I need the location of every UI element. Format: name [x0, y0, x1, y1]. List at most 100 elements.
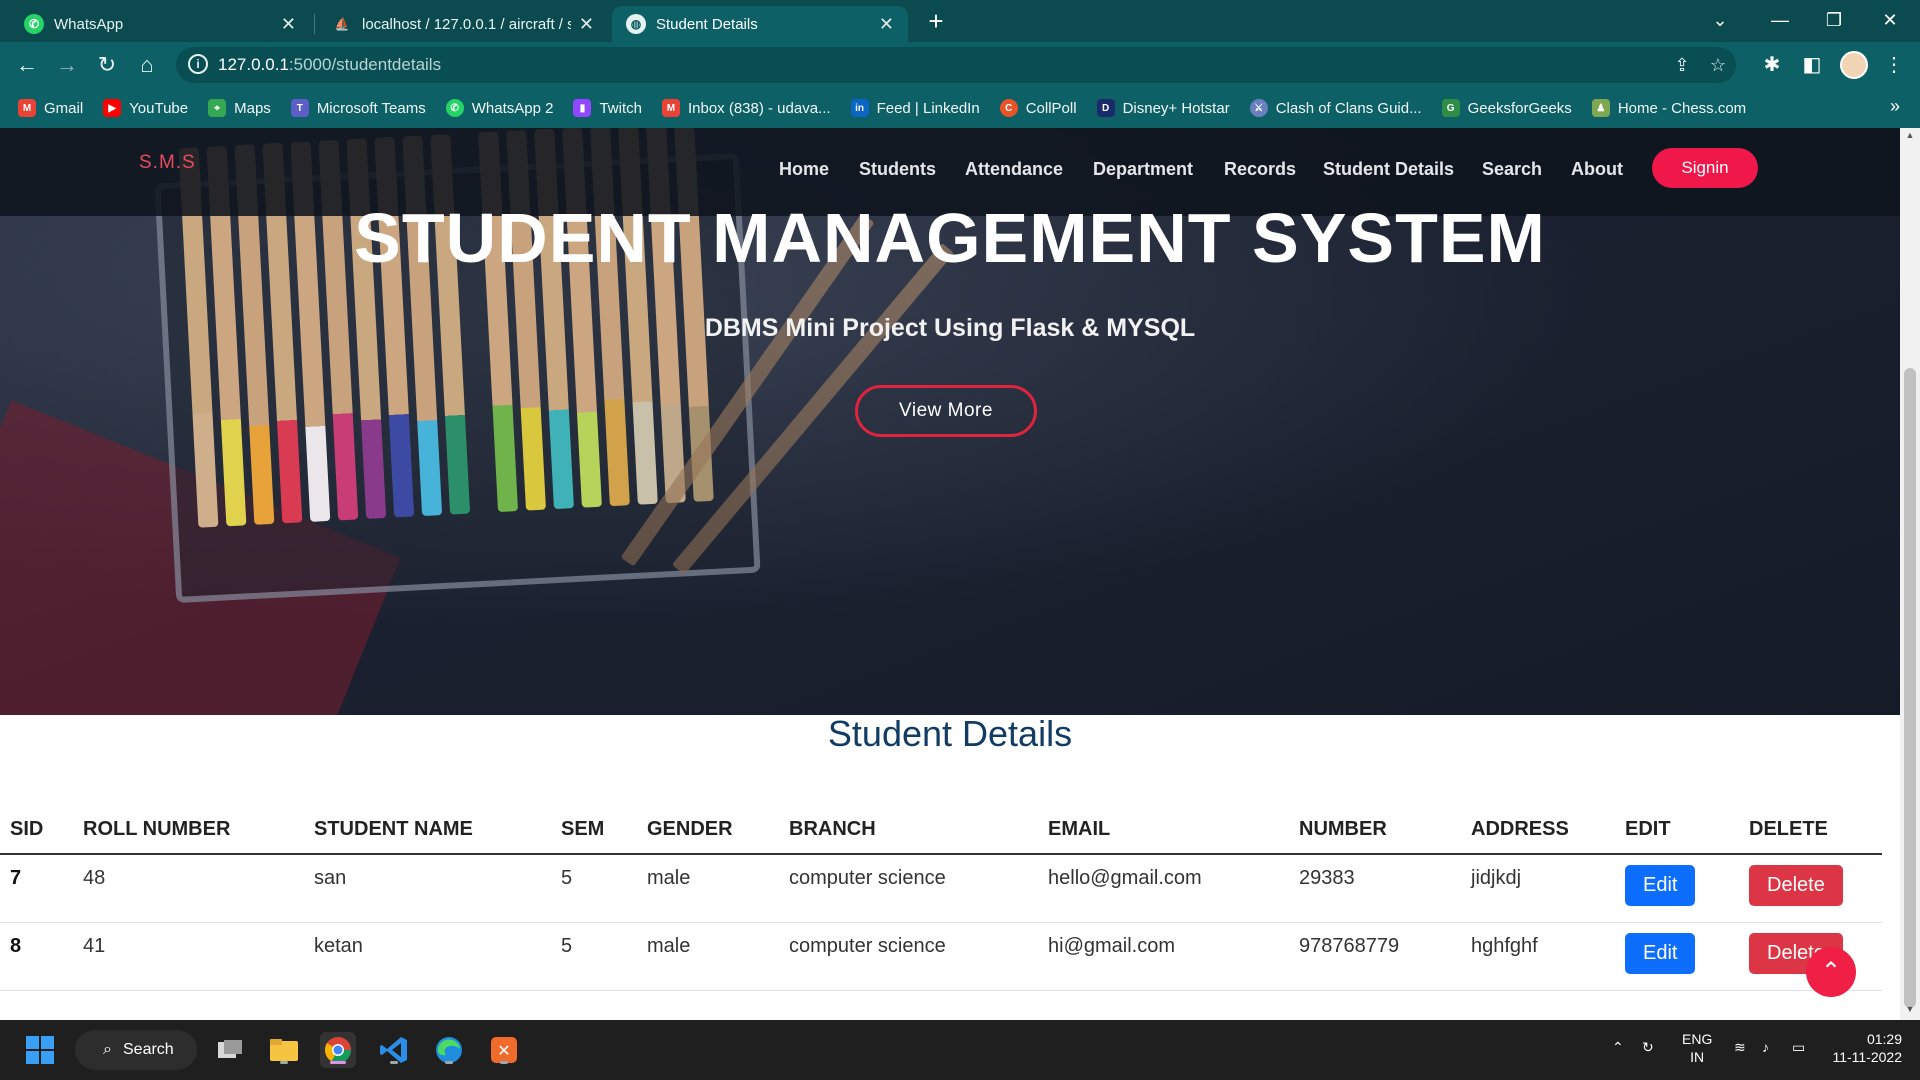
extensions-icon[interactable]: ✱ [1758, 51, 1786, 79]
cell-gender: male [637, 854, 779, 923]
view-more-button[interactable]: View More [855, 385, 1037, 437]
language-indicator[interactable]: ENG IN [1682, 1030, 1712, 1066]
cell-sem: 5 [551, 922, 637, 991]
nav-about[interactable]: About [1571, 159, 1623, 180]
avatar[interactable] [1840, 51, 1868, 79]
edge-icon[interactable] [431, 1032, 467, 1068]
page-title: Student Details [827, 713, 1073, 754]
tab-student-details[interactable]: ◍ Student Details ✕ [612, 6, 908, 42]
hero-title: STUDENT MANAGEMENT SYSTEM [354, 199, 1546, 277]
bookmark-gmail[interactable]: M Gmail [18, 99, 83, 117]
back-arrow-icon[interactable]: ← [12, 50, 42, 80]
maximize-button[interactable]: ❐ [1806, 0, 1862, 40]
column-header-sid: SID [0, 810, 73, 855]
edit-button[interactable]: Edit [1625, 865, 1696, 906]
nav-student-details[interactable]: Student Details [1323, 159, 1454, 180]
close-icon[interactable]: ✕ [879, 14, 894, 35]
site-logo[interactable]: S.M.S [139, 152, 196, 174]
cell-student-name: san [304, 854, 551, 923]
taskbar-search[interactable]: ⌕ Search [75, 1030, 197, 1070]
bookmarks-bar: M Gmail ▶ YouTube ⌖ Maps T Microsoft Teams ✆… [0, 88, 1920, 128]
bookmark-chess[interactable]: ♟ Home - Chess.com [1591, 99, 1746, 117]
tab-phpmyadmin[interactable]: ⛵ localhost / 127.0.0.1 / aircraft / st … [318, 6, 608, 42]
cell-address: hghfghf [1461, 922, 1615, 991]
address-bar[interactable]: i 127.0.0.1:5000/studentdetails ⇪ ☆ [176, 47, 1736, 83]
tab-whatsapp[interactable]: ✆ WhatsApp ✕ [10, 6, 310, 42]
cell-address: jidjkdj [1461, 854, 1615, 923]
cell-sid: 8 [0, 922, 73, 991]
bookmark-collpoll[interactable]: C CollPoll [999, 99, 1077, 117]
bookmark-star-icon[interactable]: ☆ [1706, 53, 1730, 77]
bookmark-twitch[interactable]: ▮ Twitch [573, 99, 642, 117]
close-icon[interactable]: ✕ [579, 14, 594, 35]
nav-students[interactable]: Students [859, 159, 936, 180]
share-icon[interactable]: ⇪ [1670, 53, 1694, 77]
clock[interactable]: 01:29 11-11-2022 [1826, 1030, 1902, 1066]
twitch-icon: ▮ [573, 99, 592, 117]
browser-toolbar: ← → ↻ ⌂ i 127.0.0.1:5000/studentdetails … [0, 42, 1920, 88]
bookmark-youtube[interactable]: ▶ YouTube [103, 99, 188, 117]
menu-kebab-icon[interactable]: ⋮ [1880, 51, 1908, 79]
column-header-edit: EDIT [1615, 810, 1739, 855]
bookmark-whatsapp-2[interactable]: ✆ WhatsApp 2 [445, 99, 553, 117]
show-hidden-icons-chevron-icon[interactable]: ⌃ [1612, 1038, 1624, 1056]
sync-icon[interactable]: ↻ [1642, 1038, 1654, 1056]
side-panel-icon[interactable]: ◧ [1798, 51, 1826, 79]
scroll-down-arrow-icon[interactable]: ▼ [1904, 1004, 1916, 1018]
site-info-icon[interactable]: i [188, 54, 208, 74]
cell-number: 978768779 [1289, 922, 1461, 991]
column-header-gender: GENDER [637, 810, 779, 855]
cell-sem: 5 [551, 854, 637, 923]
column-header-email: EMAIL [1038, 810, 1289, 855]
new-tab-button[interactable]: + [920, 6, 952, 38]
maps-icon: ⌖ [208, 99, 227, 117]
xampp-icon[interactable]: ✕ [486, 1032, 522, 1068]
back-to-top-button[interactable]: ⌃ [1806, 947, 1856, 997]
close-icon[interactable]: ✕ [281, 14, 296, 35]
minimize-button[interactable]: — [1752, 0, 1808, 40]
nav-department[interactable]: Department [1093, 159, 1193, 180]
clash-icon: ⚔ [1249, 99, 1268, 117]
edit-button[interactable]: Edit [1625, 932, 1696, 974]
forward-arrow-icon[interactable]: → [52, 50, 82, 80]
reload-icon[interactable]: ↻ [92, 50, 122, 80]
page-scrollbar[interactable]: ▲ ▼ [1900, 128, 1920, 1020]
chrome-icon[interactable] [320, 1032, 356, 1068]
bookmark-teams[interactable]: T Microsoft Teams [290, 99, 426, 117]
nav-search[interactable]: Search [1482, 159, 1542, 180]
bookmark-maps[interactable]: ⌖ Maps [208, 99, 271, 117]
delete-button[interactable]: Delete [1749, 865, 1843, 906]
battery-icon[interactable]: ▭ [1792, 1038, 1805, 1056]
nav-home[interactable]: Home [779, 159, 829, 180]
bookmark-clash[interactable]: ⚔ Clash of Clans Guid... [1249, 99, 1422, 117]
tab-title: localhost / 127.0.0.1 / aircraft / st [362, 15, 571, 33]
nav-records[interactable]: Records [1224, 159, 1296, 180]
bookmark-hotstar[interactable]: D Disney+ Hotstar [1096, 99, 1230, 117]
cell-gender: male [637, 922, 779, 991]
search-icon: ⌕ [103, 1041, 112, 1058]
bookmark-inbox[interactable]: M Inbox (838) - udava... [661, 99, 831, 117]
volume-icon[interactable]: ♪ [1762, 1038, 1769, 1056]
vscode-icon[interactable] [376, 1032, 412, 1068]
task-view-icon[interactable] [212, 1032, 248, 1068]
windows-start-icon[interactable] [22, 1032, 58, 1068]
home-icon[interactable]: ⌂ [132, 50, 162, 80]
table-row: 8 41 ketan 5 male computer science hi@gm… [0, 922, 1882, 991]
youtube-icon: ▶ [103, 99, 122, 117]
column-header-number: NUMBER [1289, 810, 1461, 855]
tab-search-icon[interactable]: ⌄ [1692, 0, 1748, 40]
close-window-button[interactable]: ✕ [1862, 0, 1918, 40]
bookmark-linkedin[interactable]: in Feed | LinkedIn [850, 99, 980, 117]
wifi-icon[interactable]: ≋ [1734, 1038, 1746, 1056]
nav-attendance[interactable]: Attendance [965, 159, 1063, 180]
scroll-up-arrow-icon[interactable]: ▲ [1904, 130, 1916, 144]
collpoll-icon: C [999, 99, 1018, 117]
file-explorer-icon[interactable] [266, 1032, 302, 1068]
bookmarks-overflow-icon[interactable]: » [1890, 96, 1900, 117]
bookmark-geeksforgeeks[interactable]: G GeeksforGeeks [1441, 99, 1572, 117]
cell-delete: Delete [1739, 854, 1882, 923]
column-header-branch: BRANCH [779, 810, 1038, 855]
url-text[interactable]: 127.0.0.1:5000/studentdetails [218, 55, 441, 75]
scrollbar-thumb[interactable] [1904, 368, 1916, 1008]
signin-button[interactable]: Signin [1652, 148, 1758, 188]
